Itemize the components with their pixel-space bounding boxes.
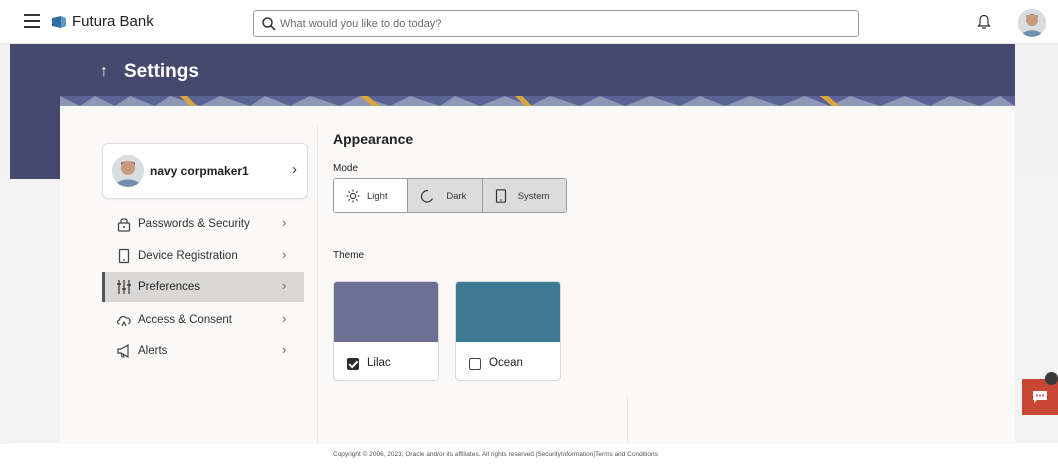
- sidebar-item-device-registration[interactable]: Device Registration ›: [102, 241, 304, 271]
- vertical-divider: [627, 396, 628, 444]
- theme-checkbox-ocean[interactable]: [469, 358, 481, 370]
- brand-name[interactable]: Futura Bank: [72, 13, 154, 30]
- chevron-right-icon: ›: [282, 247, 287, 262]
- chat-bubble-icon: [1033, 391, 1047, 403]
- footer-copyright: Copyright © 2006, 2023, Oracle and/or it…: [333, 451, 658, 458]
- sidebar-item-passwords-security[interactable]: Passwords & Security ›: [102, 209, 304, 239]
- theme-card-lilac[interactable]: Lilac: [333, 281, 439, 381]
- footer: Copyright © 2006, 2023, Oracle and/or it…: [0, 444, 1058, 475]
- megaphone-icon: [117, 343, 129, 359]
- mode-label: Mode: [333, 163, 359, 174]
- mode-system-label: System: [517, 191, 550, 202]
- mode-system-button[interactable]: System: [482, 179, 566, 212]
- chevron-right-icon: ›: [282, 342, 287, 357]
- page-background-right: [1015, 44, 1058, 179]
- bank-logo-icon: [52, 16, 66, 28]
- mode-light-button[interactable]: Light: [334, 179, 409, 212]
- sidebar-item-access-consent[interactable]: Access & Consent ›: [102, 305, 304, 335]
- back-button[interactable]: ↑: [100, 63, 108, 81]
- cloud-access-icon: [117, 316, 131, 327]
- page-title: Settings: [124, 61, 199, 82]
- sliders-icon: [117, 280, 131, 294]
- sidebar-item-label: Device Registration: [138, 250, 238, 262]
- profile-card[interactable]: navy corpmaker1 ›: [102, 143, 308, 199]
- vertical-divider: [317, 126, 318, 444]
- theme-label: Theme: [333, 250, 365, 261]
- sidebar-item-preferences[interactable]: Preferences ›: [102, 272, 304, 302]
- decorative-pattern: [60, 96, 1015, 106]
- notification-bell-icon[interactable]: [977, 14, 991, 30]
- sidebar-item-label: Access & Consent: [138, 314, 232, 326]
- moon-icon: [421, 189, 434, 203]
- hamburger-menu-icon[interactable]: [24, 14, 40, 28]
- mode-light-label: Light: [367, 191, 388, 202]
- mode-toggle-group: Light Dark System: [333, 178, 567, 213]
- user-avatar[interactable]: [1018, 9, 1046, 37]
- top-bar: Futura Bank: [0, 0, 1058, 44]
- search-bar[interactable]: [253, 10, 859, 37]
- appearance-heading: Appearance: [333, 131, 414, 147]
- profile-avatar: [112, 155, 144, 187]
- sun-icon: [346, 189, 360, 203]
- theme-name: Ocean: [489, 357, 523, 369]
- sidebar-item-label: Passwords & Security: [138, 218, 250, 230]
- sidebar-item-label: Preferences: [138, 281, 201, 293]
- theme-swatch-ocean: [456, 282, 560, 342]
- profile-name: navy corpmaker1: [150, 164, 249, 178]
- theme-swatch-lilac: [334, 282, 438, 342]
- search-input[interactable]: [280, 12, 840, 35]
- chat-notification-badge: [1045, 372, 1058, 385]
- mode-dark-button[interactable]: Dark: [408, 179, 483, 212]
- search-icon: [262, 17, 276, 31]
- mobile-device-icon: [118, 248, 130, 264]
- chevron-right-icon: ›: [292, 161, 297, 178]
- theme-card-ocean[interactable]: Ocean: [455, 281, 561, 381]
- sidebar-item-label: Alerts: [138, 345, 168, 357]
- theme-name: Lilac: [367, 357, 391, 369]
- chevron-right-icon: ›: [282, 215, 287, 230]
- chevron-right-icon: ›: [282, 311, 287, 326]
- mode-dark-label: Dark: [446, 191, 467, 202]
- chevron-right-icon: ›: [282, 278, 287, 293]
- theme-checkbox-lilac[interactable]: [347, 358, 359, 370]
- lock-icon: [117, 218, 131, 232]
- device-icon: [495, 189, 506, 203]
- sidebar-item-alerts[interactable]: Alerts ›: [102, 336, 304, 366]
